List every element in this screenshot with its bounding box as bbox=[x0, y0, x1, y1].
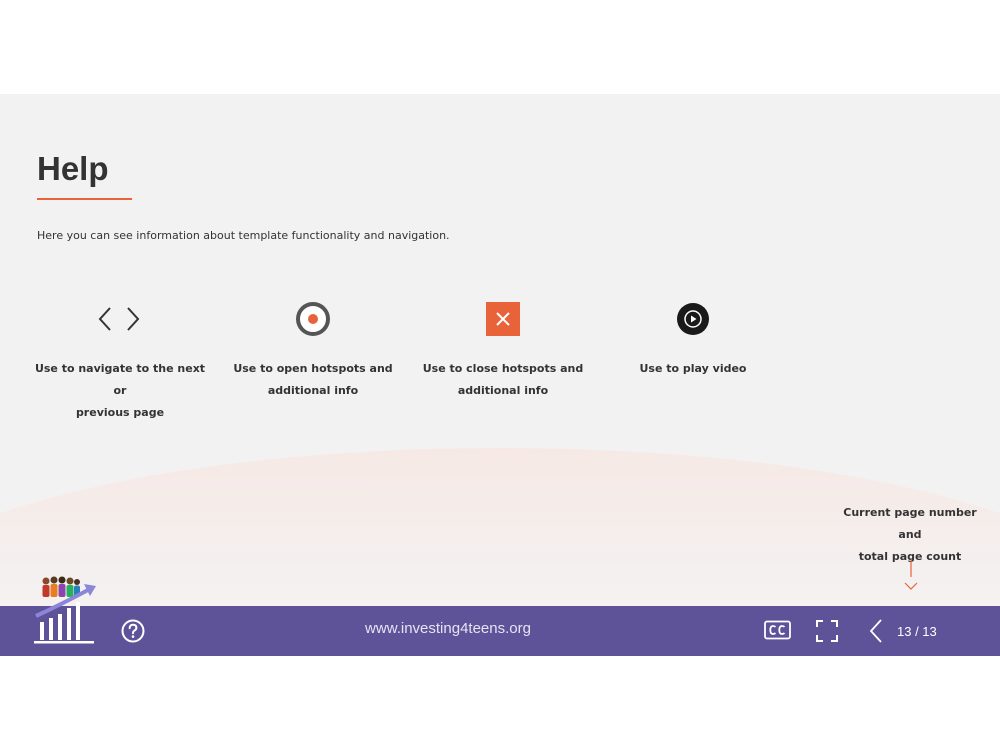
logo-icon bbox=[34, 576, 96, 644]
feature-close-hotspot: Use to close hotspots and additional inf… bbox=[413, 300, 593, 402]
close-icon bbox=[486, 302, 520, 336]
feature-caption: Use to close hotspots and additional inf… bbox=[413, 358, 593, 402]
closed-captions-button[interactable] bbox=[764, 620, 791, 640]
help-button[interactable] bbox=[120, 618, 146, 644]
caption-line: Use to close hotspots and bbox=[422, 362, 584, 375]
feature-navigate: Use to navigate to the next or previous … bbox=[30, 300, 210, 424]
caption-line: Use to play video bbox=[639, 362, 747, 375]
feature-caption: Use to navigate to the next or previous … bbox=[30, 358, 210, 424]
feature-caption: Use to play video bbox=[603, 358, 783, 380]
caption-line: Use to navigate to the next or bbox=[34, 362, 206, 397]
fullscreen-button[interactable] bbox=[815, 619, 839, 643]
caption-line: additional info bbox=[267, 384, 359, 397]
annotation-line: Current page number and bbox=[843, 506, 977, 541]
title-underline bbox=[37, 198, 132, 200]
caption-line: Use to open hotspots and bbox=[233, 362, 393, 375]
page-title: Help bbox=[37, 150, 109, 187]
feature-play-video: Use to play video bbox=[603, 300, 783, 380]
intro-text: Here you can see information about templ… bbox=[37, 229, 450, 242]
caption-line: previous page bbox=[75, 406, 165, 419]
feature-open-hotspot: Use to open hotspots and additional info bbox=[223, 300, 403, 402]
play-icon bbox=[677, 303, 709, 335]
arrow-down-icon bbox=[904, 561, 918, 590]
caption-line: additional info bbox=[457, 384, 549, 397]
chevron-left-right-icon bbox=[98, 307, 140, 331]
site-url[interactable]: www.investing4teens.org bbox=[300, 620, 596, 637]
slide-canvas: Help Here you can see information about … bbox=[0, 94, 1000, 656]
page-counter: 13 / 13 bbox=[897, 624, 937, 639]
hotspot-open-icon bbox=[296, 302, 330, 336]
prev-page-button[interactable] bbox=[868, 618, 884, 644]
feature-caption: Use to open hotspots and additional info bbox=[223, 358, 403, 402]
